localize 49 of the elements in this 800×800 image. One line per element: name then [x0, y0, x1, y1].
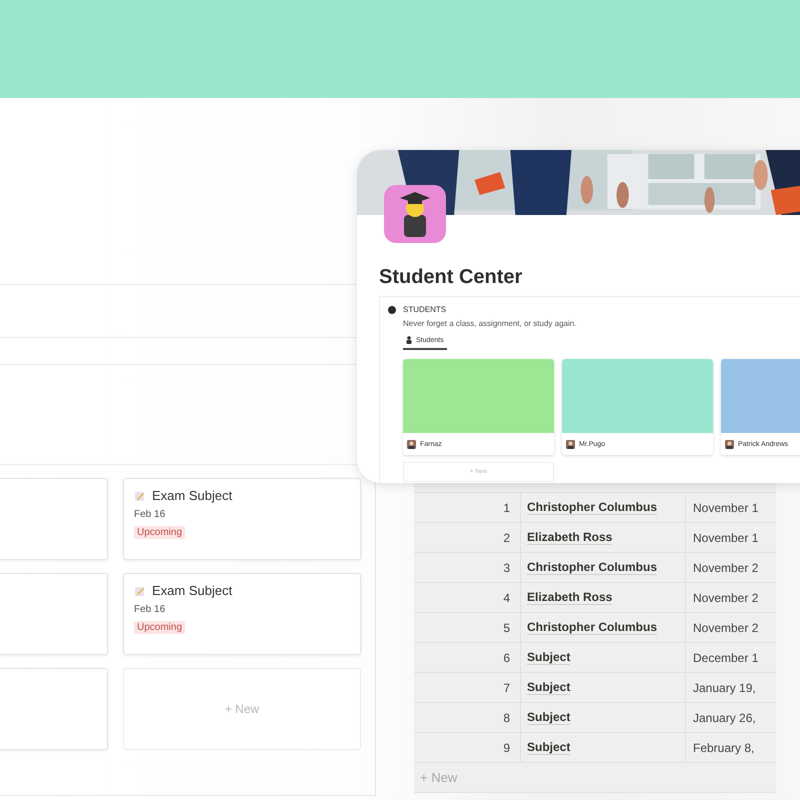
- board-card[interactable]: Exam Subject Feb 16 Upcoming: [123, 478, 361, 560]
- status-tag: Upcoming: [134, 621, 186, 634]
- card-date: Feb 16: [134, 509, 166, 520]
- table-cell: 2: [503, 530, 510, 544]
- table-cell[interactable]: Christopher Columbus: [527, 620, 658, 635]
- table-cell[interactable]: Christopher Columbus: [527, 500, 658, 515]
- board-card[interactable]: [0, 573, 108, 655]
- avatar-icon: [725, 440, 734, 448]
- table-cell: January 19,: [693, 680, 756, 694]
- table-cell[interactable]: Subject: [527, 680, 570, 695]
- card-title: Exam Subject: [152, 488, 232, 503]
- table-cell: 8: [503, 710, 510, 724]
- card-date: Feb 16: [134, 604, 166, 615]
- table-cell[interactable]: Elizabeth Ross: [527, 530, 612, 545]
- table-cell: 1: [503, 500, 510, 514]
- table-cell: 9: [503, 740, 510, 754]
- table-cell[interactable]: Subject: [527, 710, 570, 725]
- table-cell[interactable]: Elizabeth Ross: [527, 590, 612, 605]
- table-cell: February 8,: [693, 740, 754, 754]
- table-cell[interactable]: Subject: [527, 740, 570, 755]
- table-cell: 3: [503, 560, 510, 574]
- person-icon: [406, 336, 412, 344]
- pencil-icon: [134, 584, 146, 596]
- page-title: Student Center: [379, 266, 524, 289]
- board-card[interactable]: Exam Subject Feb 16 Upcoming: [123, 573, 361, 655]
- avatar-icon: [407, 440, 416, 448]
- table-cell: November 2: [693, 590, 758, 604]
- table-cell: November 1: [693, 530, 758, 544]
- section-description: Never forget a class, assignment, or study again.: [403, 319, 576, 328]
- board-card[interactable]: [0, 668, 108, 750]
- table-cell: January 26,: [693, 710, 756, 724]
- table-cell[interactable]: Christopher Columbus: [527, 560, 658, 575]
- card-title: Exam Subject: [152, 583, 232, 598]
- table-cell: November 1: [693, 500, 758, 514]
- table-cell: 7: [503, 680, 510, 694]
- table-cell: December 1: [693, 650, 758, 664]
- table-cell: November 2: [693, 560, 758, 574]
- avatar-icon: [566, 440, 575, 448]
- table-cell: 6: [503, 650, 510, 664]
- table-cell: 5: [503, 620, 510, 634]
- status-tag: Upcoming: [134, 526, 186, 539]
- table-cell: November 2: [693, 620, 758, 634]
- table-cell: 4: [503, 590, 510, 604]
- student-icon: [384, 185, 446, 243]
- board-card[interactable]: [0, 478, 108, 560]
- bullet-icon: [388, 306, 396, 314]
- table-cell[interactable]: Subject: [527, 650, 570, 665]
- pencil-icon: [134, 490, 146, 502]
- section-heading: STUDENTS: [403, 305, 446, 314]
